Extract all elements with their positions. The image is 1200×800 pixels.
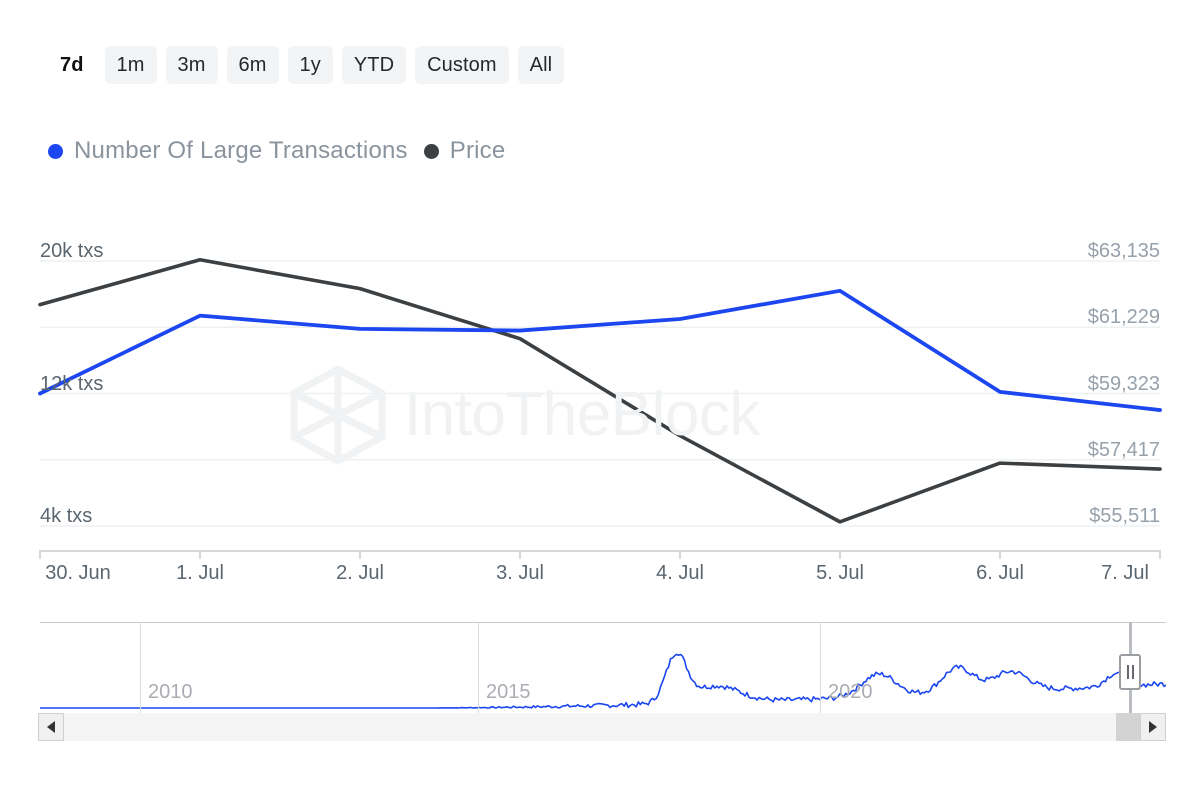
left-axis-tick-label: 12k txs [40, 372, 104, 395]
legend-item-transactions[interactable]: Number Of Large Transactions [48, 137, 408, 165]
navigator-series-svg [40, 653, 1166, 709]
x-axis-tick-label: 5. Jul [816, 562, 864, 584]
navigator-year-label: 2015 [486, 681, 531, 703]
navigator-year-label: 2020 [828, 681, 873, 703]
range-button-all[interactable]: All [517, 46, 565, 84]
navigator-scrollbar[interactable] [38, 713, 1166, 741]
scroll-right-arrow-button[interactable] [1140, 713, 1166, 741]
x-axis-tick-label: 6. Jul [976, 562, 1024, 584]
x-axis-tick-label: 7. Jul [1101, 562, 1149, 584]
legend-label: Price [449, 137, 506, 164]
range-button-ytd[interactable]: YTD [341, 46, 407, 84]
chart-navigator[interactable]: 2010 2015 2020 [40, 622, 1166, 714]
x-axis-tick-label: 1. Jul [176, 562, 224, 584]
range-button-3m[interactable]: 3m [165, 46, 218, 84]
range-button-7d[interactable]: 7d [48, 46, 96, 84]
legend-dot-icon [423, 143, 439, 159]
range-button-6m[interactable]: 6m [226, 46, 279, 84]
chart-plot-area[interactable]: 20k txs 12k txs 4k txs $63,135 $61,229 $59,3… [0, 230, 1200, 550]
x-axis-tick-label: 30. Jun [45, 562, 111, 584]
chart-svg [38, 257, 1162, 527]
navigator-right-handle[interactable] [1119, 654, 1141, 690]
scroll-left-arrow-icon [47, 721, 55, 733]
legend-item-price[interactable]: Price [423, 137, 506, 165]
right-axis-tick-label: $57,417 [1087, 438, 1160, 461]
navigator-separator [820, 622, 821, 714]
price-line [38, 257, 1162, 524]
scroll-left-arrow-button[interactable] [38, 713, 64, 741]
range-button-1m[interactable]: 1m [104, 46, 157, 84]
right-axis-tick-label: $61,229 [1087, 306, 1160, 329]
navigator-series-line [40, 653, 1166, 709]
x-axis-tick-label: 3. Jul [496, 562, 544, 584]
left-axis-tick-label: 20k txs [40, 240, 104, 262]
right-axis-tick-label: $63,135 [1087, 240, 1160, 262]
chart-gridlines [40, 260, 1160, 527]
right-axis-tick-label: $55,511 [1089, 505, 1160, 527]
x-axis: 30. Jun 1. Jul 2. Jul 3. Jul 4. Jul 5. Jul 6. … [0, 550, 1200, 592]
legend-dot-icon [48, 143, 63, 159]
left-axis-tick-label: 4k txs [40, 505, 93, 527]
right-axis-tick-label: $59,323 [1087, 372, 1160, 395]
x-axis-tick-label: 4. Jul [656, 562, 704, 584]
range-selector: 7d 1m 3m 6m 1y YTD Custom All [48, 46, 565, 84]
handle-grip-line [1131, 665, 1134, 679]
chart-legend: Number Of Large Transactions Price [48, 132, 505, 170]
range-button-custom[interactable]: Custom [415, 46, 509, 84]
large-transactions-line [38, 288, 1162, 412]
scroll-right-arrow-icon [1149, 721, 1157, 733]
navigator-year-label: 2010 [148, 681, 193, 703]
handle-grip-line [1126, 665, 1129, 679]
navigator-separator [478, 622, 479, 714]
range-button-1y[interactable]: 1y [287, 46, 333, 84]
scrollbar-track[interactable] [64, 713, 1140, 741]
legend-label: Number Of Large Transactions [74, 137, 408, 164]
navigator-separator [140, 622, 141, 714]
x-axis-tick-label: 2. Jul [336, 562, 384, 584]
scrollbar-thumb[interactable] [1116, 713, 1140, 741]
